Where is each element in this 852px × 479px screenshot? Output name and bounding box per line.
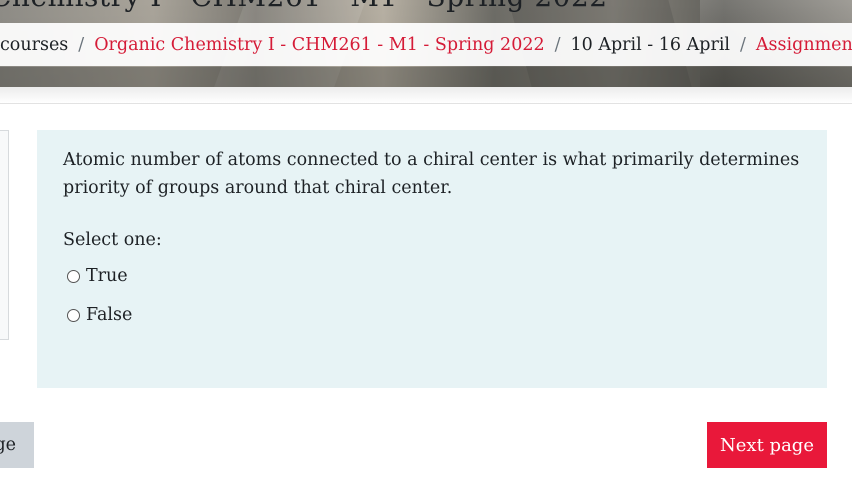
breadcrumb-item-assignment[interactable]: Assignment-	[756, 35, 852, 55]
question-text: Atomic number of atoms connected to a ch…	[63, 150, 800, 198]
option-label: False	[86, 305, 133, 325]
breadcrumb-separator: /	[554, 34, 561, 55]
breadcrumb-item-week[interactable]: 10 April - 16 April	[571, 35, 731, 55]
option-label: True	[86, 266, 128, 286]
breadcrumb-item-courses[interactable]: courses	[0, 35, 68, 55]
question-info-box	[0, 130, 9, 340]
next-page-button[interactable]: Next page	[707, 422, 827, 468]
course-header-banner: Chemistry I - CHM261 - M1 - Spring 2022 …	[0, 0, 852, 87]
answer-prompt: Select one:	[63, 230, 162, 250]
answer-option-true[interactable]: True	[67, 266, 128, 286]
answer-option-false[interactable]: False	[67, 305, 132, 325]
breadcrumb-separator: /	[78, 34, 85, 55]
radio-button[interactable]	[67, 308, 80, 322]
banner-decoration	[0, 67, 852, 87]
question-content: Atomic number of atoms connected to a ch…	[37, 130, 827, 388]
breadcrumb-item-course[interactable]: Organic Chemistry I - CHM261 - M1 - Spri…	[94, 35, 544, 55]
previous-page-button[interactable]: ge	[0, 422, 34, 468]
header-divider	[0, 87, 852, 104]
breadcrumb-separator: /	[740, 34, 746, 55]
breadcrumb: courses / Organic Chemistry I - CHM261 -…	[0, 23, 852, 66]
radio-button[interactable]	[67, 269, 80, 283]
course-title: Chemistry I - CHM261 - M1 - Spring 2022	[0, 0, 608, 13]
